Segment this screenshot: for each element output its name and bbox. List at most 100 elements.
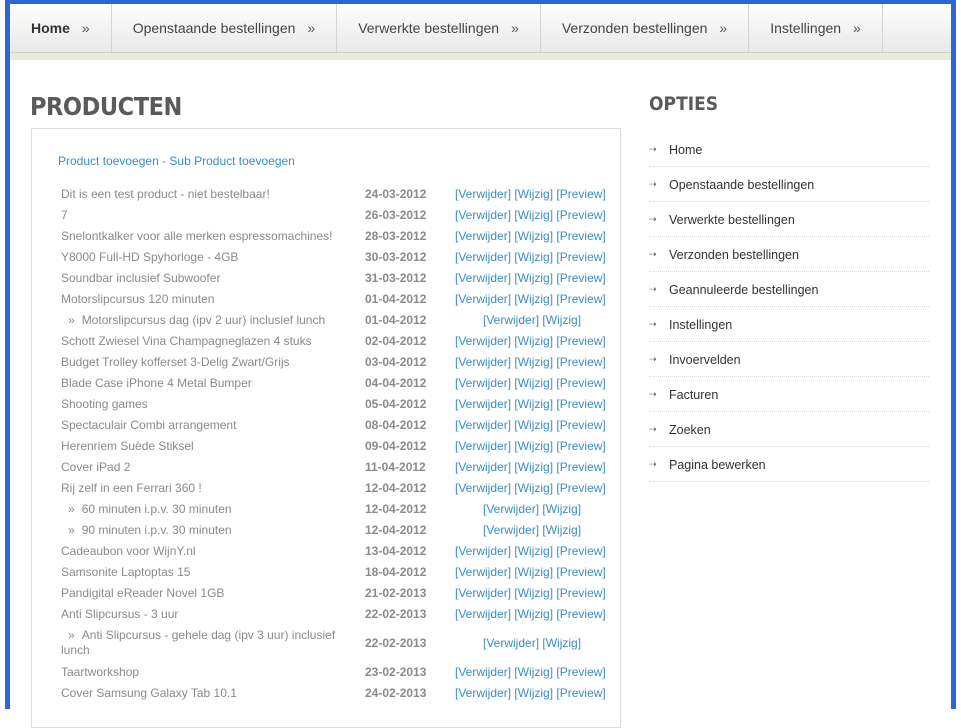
edit-link[interactable]: [Wijzig] <box>514 565 553 579</box>
edit-link[interactable]: [Wijzig] <box>542 523 581 537</box>
preview-link[interactable]: [Preview] <box>556 686 605 700</box>
delete-link[interactable]: [Verwijder] <box>455 481 511 495</box>
preview-link[interactable]: [Preview] <box>556 481 605 495</box>
edit-link[interactable]: [Wijzig] <box>514 665 553 679</box>
preview-link[interactable]: [Preview] <box>556 187 605 201</box>
sidebar-item-invoervelden[interactable]: ⇢ Invoervelden <box>649 342 929 377</box>
delete-link[interactable]: [Verwijder] <box>455 334 511 348</box>
edit-link[interactable]: [Wijzig] <box>514 586 553 600</box>
add-subproduct-link[interactable]: Sub Product toevoegen <box>169 154 294 168</box>
nav-item-label: Openstaande bestellingen <box>132 20 296 36</box>
edit-link[interactable]: [Wijzig] <box>514 481 553 495</box>
sidebar-item-geannuleerde-bestellingen[interactable]: ⇢ Geannuleerde bestellingen <box>649 272 929 307</box>
product-actions: [Verwijder] [Wijzig] [Preview] <box>455 544 606 559</box>
delete-link[interactable]: [Verwijder] <box>483 636 539 650</box>
edit-link[interactable]: [Wijzig] <box>542 313 581 327</box>
preview-link[interactable]: [Preview] <box>556 544 605 558</box>
edit-link[interactable]: [Wijzig] <box>514 418 553 432</box>
sidebar-item-openstaande-bestellingen[interactable]: ⇢ Openstaande bestellingen <box>649 167 929 202</box>
sidebar-item-verzonden-bestellingen[interactable]: ⇢ Verzonden bestellingen <box>649 237 929 272</box>
arrow-right-icon: ⇢ <box>649 319 657 329</box>
preview-link[interactable]: [Preview] <box>556 229 605 243</box>
preview-link[interactable]: [Preview] <box>556 418 605 432</box>
product-date: 05-04-2012 <box>365 397 427 411</box>
delete-link[interactable]: [Verwijder] <box>455 292 511 306</box>
preview-link[interactable]: [Preview] <box>556 397 605 411</box>
nav-item-verwerkte-bestellingen[interactable]: Verwerkte bestellingen » <box>337 4 541 52</box>
edit-link[interactable]: [Wijzig] <box>514 439 553 453</box>
delete-link[interactable]: [Verwijder] <box>455 376 511 390</box>
add-links-separator: - <box>158 154 170 168</box>
edit-link[interactable]: [Wijzig] <box>514 607 553 621</box>
delete-link[interactable]: [Verwijder] <box>455 208 511 222</box>
delete-link[interactable]: [Verwijder] <box>483 502 539 516</box>
delete-link[interactable]: [Verwijder] <box>455 439 511 453</box>
nav-item-home[interactable]: Home » <box>10 4 112 52</box>
preview-link[interactable]: [Preview] <box>556 460 605 474</box>
product-name-cell: Schott Zwiesel Vina Champagneglazen 4 st… <box>61 334 351 349</box>
preview-link[interactable]: [Preview] <box>556 376 605 390</box>
edit-link[interactable]: [Wijzig] <box>514 187 553 201</box>
edit-link[interactable]: [Wijzig] <box>542 636 581 650</box>
nav-item-openstaande-bestellingen[interactable]: Openstaande bestellingen » <box>112 4 338 52</box>
preview-link[interactable]: [Preview] <box>556 607 605 621</box>
delete-link[interactable]: [Verwijder] <box>455 397 511 411</box>
delete-link[interactable]: [Verwijder] <box>455 460 511 474</box>
preview-link[interactable]: [Preview] <box>556 439 605 453</box>
delete-link[interactable]: [Verwijder] <box>455 271 511 285</box>
preview-link[interactable]: [Preview] <box>556 250 605 264</box>
delete-link[interactable]: [Verwijder] <box>455 607 511 621</box>
delete-link[interactable]: [Verwijder] <box>455 586 511 600</box>
product-row: Schott Zwiesel Vina Champagneglazen 4 st… <box>61 334 621 355</box>
add-product-link[interactable]: Product toevoegen <box>58 154 159 168</box>
edit-link[interactable]: [Wijzig] <box>542 502 581 516</box>
sidebar-item-instellingen[interactable]: ⇢ Instellingen <box>649 307 929 342</box>
product-row: Soundbar inclusief Subwoofer 31-03-2012 [V… <box>61 271 621 292</box>
delete-link[interactable]: [Verwijder] <box>455 665 511 679</box>
sidebar-item-facturen[interactable]: ⇢ Facturen <box>649 377 929 412</box>
delete-link[interactable]: [Verwijder] <box>455 250 511 264</box>
delete-link[interactable]: [Verwijder] <box>483 523 539 537</box>
edit-link[interactable]: [Wijzig] <box>514 250 553 264</box>
edit-link[interactable]: [Wijzig] <box>514 229 553 243</box>
preview-link[interactable]: [Preview] <box>556 271 605 285</box>
product-actions: [Verwijder] [Wijzig] [Preview] <box>455 250 606 265</box>
edit-link[interactable]: [Wijzig] <box>514 686 553 700</box>
preview-link[interactable]: [Preview] <box>556 292 605 306</box>
edit-link[interactable]: [Wijzig] <box>514 208 553 222</box>
delete-link[interactable]: [Verwijder] <box>483 313 539 327</box>
preview-link[interactable]: [Preview] <box>556 208 605 222</box>
edit-link[interactable]: [Wijzig] <box>514 460 553 474</box>
delete-link[interactable]: [Verwijder] <box>455 565 511 579</box>
delete-link[interactable]: [Verwijder] <box>455 229 511 243</box>
delete-link[interactable]: [Verwijder] <box>455 355 511 369</box>
preview-link[interactable]: [Preview] <box>556 565 605 579</box>
edit-link[interactable]: [Wijzig] <box>514 544 553 558</box>
preview-link[interactable]: [Preview] <box>556 586 605 600</box>
sidebar-item-zoeken[interactable]: ⇢ Zoeken <box>649 412 929 447</box>
nav-item-verzonden-bestellingen[interactable]: Verzonden bestellingen » <box>541 4 750 52</box>
product-date: 08-04-2012 <box>365 418 427 432</box>
product-name: Budget Trolley kofferset 3-Delig Zwart/G… <box>61 355 290 369</box>
page-title: PRODUCTEN <box>30 92 182 121</box>
product-name-cell: Samsonite Laptoptas 15 <box>61 565 351 580</box>
preview-link[interactable]: [Preview] <box>556 334 605 348</box>
delete-link[interactable]: [Verwijder] <box>455 686 511 700</box>
edit-link[interactable]: [Wijzig] <box>514 271 553 285</box>
edit-link[interactable]: [Wijzig] <box>514 334 553 348</box>
nav-item-instellingen[interactable]: Instellingen » <box>749 4 883 52</box>
delete-link[interactable]: [Verwijder] <box>455 544 511 558</box>
product-name-cell: Snelontkalker voor alle merken espressom… <box>61 229 351 244</box>
edit-link[interactable]: [Wijzig] <box>514 355 553 369</box>
edit-link[interactable]: [Wijzig] <box>514 397 553 411</box>
sidebar-item-pagina-bewerken[interactable]: ⇢ Pagina bewerken <box>649 447 929 482</box>
edit-link[interactable]: [Wijzig] <box>514 292 553 306</box>
preview-link[interactable]: [Preview] <box>556 665 605 679</box>
delete-link[interactable]: [Verwijder] <box>455 418 511 432</box>
sidebar-item-verwerkte-bestellingen[interactable]: ⇢ Verwerkte bestellingen <box>649 202 929 237</box>
delete-link[interactable]: [Verwijder] <box>455 187 511 201</box>
preview-link[interactable]: [Preview] <box>556 355 605 369</box>
nav-separator-icon: » <box>307 20 316 36</box>
edit-link[interactable]: [Wijzig] <box>514 376 553 390</box>
sidebar-item-home[interactable]: ⇢ Home <box>649 132 929 167</box>
